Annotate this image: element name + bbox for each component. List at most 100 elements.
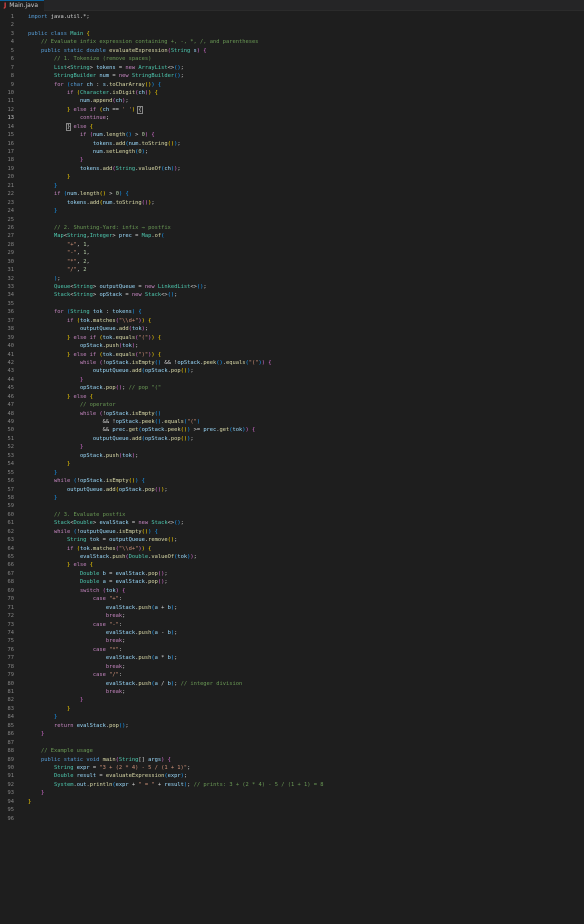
code-line[interactable]: 14 } else { <box>0 122 584 131</box>
code-line[interactable]: 10 if (Character.isDigit(ch)) { <box>0 89 584 97</box>
code-line[interactable]: 76 case "*": <box>0 646 584 654</box>
code-line[interactable]: 62 while (!outputQueue.isEmpty()) { <box>0 528 584 536</box>
code-line[interactable]: 96 <box>0 815 584 823</box>
code-line[interactable]: 95 <box>0 806 584 814</box>
code-line[interactable]: 92 System.out.println(expr + " = " + res… <box>0 781 584 789</box>
code-line[interactable]: 8 StringBuilder num = new StringBuilder(… <box>0 72 584 80</box>
code-line[interactable]: 91 Double result = evaluateExpression(ex… <box>0 772 584 780</box>
code-line[interactable]: 3 public class Main { <box>0 30 584 38</box>
code-line[interactable]: 31 "/", 2 <box>0 266 584 274</box>
code-line[interactable]: 79 case "/": <box>0 671 584 679</box>
code-line[interactable]: 16 tokens.add(num.toString()); <box>0 140 584 148</box>
code-line[interactable]: 21 } <box>0 182 584 190</box>
code-line[interactable]: 48 while (!opStack.isEmpty() <box>0 410 584 418</box>
code-line[interactable]: 87 <box>0 739 584 747</box>
code-line[interactable]: 64 if (tok.matches("\\d+")) { <box>0 545 584 553</box>
code-line[interactable]: 33 Queue<String> outputQueue = new Linke… <box>0 283 584 291</box>
code-line[interactable]: 19 tokens.add(String.valueOf(ch)); <box>0 165 584 173</box>
code-line[interactable]: 45 opStack.pop(); // pop "(" <box>0 384 584 392</box>
code-token: push <box>138 604 152 611</box>
code-token: tok <box>122 343 132 350</box>
code-line[interactable]: 38 outputQueue.add(tok); <box>0 325 584 333</box>
code-line[interactable]: 88 // Example usage <box>0 747 584 755</box>
code-line[interactable]: 80 evalStack.push(a / b); // integer div… <box>0 680 584 688</box>
code-line[interactable]: 84 } <box>0 713 584 721</box>
code-line[interactable]: 5 public static double evaluateExpressio… <box>0 47 584 55</box>
code-line[interactable]: 27 Map<String,Integer> prec = Map.of( <box>0 232 584 240</box>
code-line[interactable]: 29 "-", 1, <box>0 249 584 257</box>
code-line[interactable]: 9 for (char ch : s.toCharArray()) { <box>0 81 584 89</box>
code-line[interactable]: 78 break; <box>0 663 584 671</box>
code-line[interactable]: 2 <box>0 21 584 29</box>
code-line[interactable]: 49 && !opStack.peek().equals("(") <box>0 418 584 426</box>
code-line[interactable]: 25 <box>0 216 584 224</box>
code-line[interactable]: 72 break; <box>0 612 584 620</box>
code-line[interactable]: 28 "+", 1, <box>0 241 584 249</box>
code-editor[interactable]: 1 import java.util.*; 2 3 public class Main … <box>0 11 584 823</box>
code-line[interactable]: 69 switch (tok) { <box>0 587 584 595</box>
code-line[interactable]: 89 public static void main(String[] args… <box>0 756 584 764</box>
code-line[interactable]: 46 } else { <box>0 393 584 401</box>
code-line[interactable]: 15 if (num.length() > 0) { <box>0 131 584 139</box>
code-line[interactable]: 73 case "-": <box>0 621 584 629</box>
code-line[interactable]: 86 } <box>0 730 584 738</box>
code-line[interactable]: 68 Double a = evalStack.pop(); <box>0 578 584 586</box>
code-line[interactable]: 59 <box>0 502 584 510</box>
code-line[interactable]: 36 for (String tok : tokens) { <box>0 308 584 316</box>
code-line[interactable]: 17 num.setLength(0); <box>0 148 584 156</box>
code-line[interactable]: 74 evalStack.push(a - b); <box>0 629 584 637</box>
code-line[interactable]: 43 outputQueue.add(opStack.pop()); <box>0 367 584 375</box>
code-line[interactable]: 90 String expr = "3 + (2 * 4) - 5 / (1 +… <box>0 764 584 772</box>
code-line[interactable]: 44 } <box>0 376 584 384</box>
code-line[interactable]: 93 } <box>0 789 584 797</box>
code-line[interactable]: 60 // 3. Evaluate postfix <box>0 511 584 519</box>
code-line[interactable]: 39 } else if (tok.equals("(")) { <box>0 334 584 342</box>
code-line[interactable]: 53 opStack.push(tok); <box>0 452 584 460</box>
code-line[interactable]: 11 num.append(ch); <box>0 97 584 105</box>
code-line[interactable]: 51 outputQueue.add(opStack.pop()); <box>0 435 584 443</box>
code-line[interactable]: 81 break; <box>0 688 584 696</box>
code-line[interactable]: 37 if (tok.matches("\\d+")) { <box>0 317 584 325</box>
code-line[interactable]: 58 } <box>0 494 584 502</box>
code-line[interactable]: 56 while (!opStack.isEmpty()) { <box>0 477 584 485</box>
code-line[interactable]: 1 import java.util.*; <box>0 13 584 21</box>
code-line[interactable]: 66 } else { <box>0 561 584 569</box>
code-line[interactable]: 71 evalStack.push(a + b); <box>0 604 584 612</box>
code-line[interactable]: 35 <box>0 300 584 308</box>
tab-main-java[interactable]: J Main.java <box>0 0 45 11</box>
code-line[interactable]: 41 } else if (tok.equals(")")) { <box>0 351 584 359</box>
code-line[interactable]: 23 tokens.add(num.toString()); <box>0 199 584 207</box>
code-line[interactable]: 13 continue; <box>0 114 584 122</box>
code-line[interactable]: 6 // 1. Tokenize (remove spaces) <box>0 55 584 63</box>
code-line[interactable]: 50 && prec.get(opStack.peek()) >= prec.g… <box>0 426 584 434</box>
code-line[interactable]: 83 } <box>0 705 584 713</box>
code-line[interactable]: 18 } <box>0 156 584 164</box>
code-line[interactable]: 42 while (!opStack.isEmpty() && !opStack… <box>0 359 584 367</box>
code-line[interactable]: 94} <box>0 798 584 806</box>
code-line[interactable]: 70 case "+": <box>0 595 584 603</box>
code-line[interactable]: 47 // operator <box>0 401 584 409</box>
code-line[interactable]: 63 String tok = outputQueue.remove(); <box>0 536 584 544</box>
code-line[interactable]: 12 } else if (ch == ' ') { <box>0 105 584 114</box>
code-line[interactable]: 34 Stack<String> opStack = new Stack<>()… <box>0 291 584 299</box>
code-line[interactable]: 24 } <box>0 207 584 215</box>
code-line[interactable]: 55 } <box>0 469 584 477</box>
code-line[interactable]: 20 } <box>0 173 584 181</box>
code-line[interactable]: 30 "*", 2, <box>0 258 584 266</box>
code-line[interactable]: 32 ); <box>0 275 584 283</box>
code-line[interactable]: 52 } <box>0 443 584 451</box>
code-line[interactable]: 54 } <box>0 460 584 468</box>
code-line[interactable]: 82 } <box>0 696 584 704</box>
code-line[interactable]: 26 // 2. Shunting-Yard: infix → postfix <box>0 224 584 232</box>
code-line[interactable]: 7 List<String> tokens = new ArrayList<>(… <box>0 64 584 72</box>
code-line[interactable]: 40 opStack.push(tok); <box>0 342 584 350</box>
code-line[interactable]: 67 Double b = evalStack.pop(); <box>0 570 584 578</box>
code-line[interactable]: 61 Stack<Double> evalStack = new Stack<>… <box>0 519 584 527</box>
code-line[interactable]: 57 outputQueue.add(opStack.pop()); <box>0 486 584 494</box>
code-line[interactable]: 22 if (num.length() > 0) { <box>0 190 584 198</box>
code-line[interactable]: 65 evalStack.push(Double.valueOf(tok)); <box>0 553 584 561</box>
code-line[interactable]: 77 evalStack.push(a * b); <box>0 654 584 662</box>
code-line[interactable]: 4 // Evaluate infix expression containin… <box>0 38 584 46</box>
code-line[interactable]: 85 return evalStack.pop(); <box>0 722 584 730</box>
code-line[interactable]: 75 break; <box>0 637 584 645</box>
